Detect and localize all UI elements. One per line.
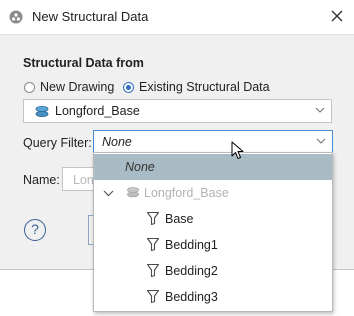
radio-existing-label: Existing Structural Data (139, 80, 270, 94)
structural-data-icon (127, 187, 139, 198)
mouse-cursor-icon (231, 141, 244, 159)
dropdown-item-bedding2[interactable]: Bedding2 (94, 258, 332, 284)
dropdown-item-none[interactable]: None (94, 154, 332, 180)
chevron-down-icon (316, 138, 326, 144)
help-button[interactable]: ? (24, 219, 46, 241)
dropdown-item-label: Bedding1 (165, 238, 218, 252)
name-label: Name: (23, 173, 60, 187)
filter-query-icon (146, 237, 160, 252)
query-filter-dropdown: None Longford_Base Base Bedding1 Bedding… (93, 152, 333, 312)
filter-query-icon (146, 289, 160, 304)
query-filter-label: Query Filter: (23, 136, 92, 150)
window-title: New Structural Data (32, 9, 149, 24)
dropdown-item-label: Longford_Base (144, 186, 229, 200)
query-filter-value: None (102, 135, 132, 149)
chevron-down-icon[interactable] (103, 190, 114, 197)
structural-data-icon (35, 106, 49, 117)
radio-new-drawing-label: New Drawing (40, 80, 115, 94)
chevron-down-icon (315, 107, 325, 113)
close-icon[interactable] (329, 8, 345, 24)
dropdown-item-longford-base: Longford_Base (94, 180, 332, 206)
dropdown-item-label: Bedding3 (165, 290, 218, 304)
source-select[interactable]: Longford_Base (23, 99, 332, 123)
dropdown-item-label: Base (165, 212, 194, 226)
radio-button-selected[interactable] (123, 81, 134, 93)
radio-new-drawing[interactable]: New Drawing (24, 79, 114, 95)
help-icon: ? (31, 221, 39, 237)
name-input-value: Lon (73, 173, 94, 187)
radio-button[interactable] (24, 81, 35, 93)
dropdown-item-label: Bedding2 (165, 264, 218, 278)
source-select-value: Longford_Base (55, 104, 140, 118)
query-filter-select[interactable]: None (93, 130, 333, 154)
radio-existing-structural-data[interactable]: Existing Structural Data (123, 79, 270, 95)
app-logo-icon (9, 10, 23, 24)
dropdown-item-bedding1[interactable]: Bedding1 (94, 232, 332, 258)
filter-query-icon (146, 263, 160, 278)
dropdown-item-bedding3[interactable]: Bedding3 (94, 284, 332, 310)
structural-data-from-label: Structural Data from (23, 56, 144, 70)
dropdown-item-label: None (125, 160, 155, 174)
dropdown-item-base[interactable]: Base (94, 206, 332, 232)
filter-query-icon (146, 211, 160, 226)
title-bar: New Structural Data (0, 0, 354, 35)
